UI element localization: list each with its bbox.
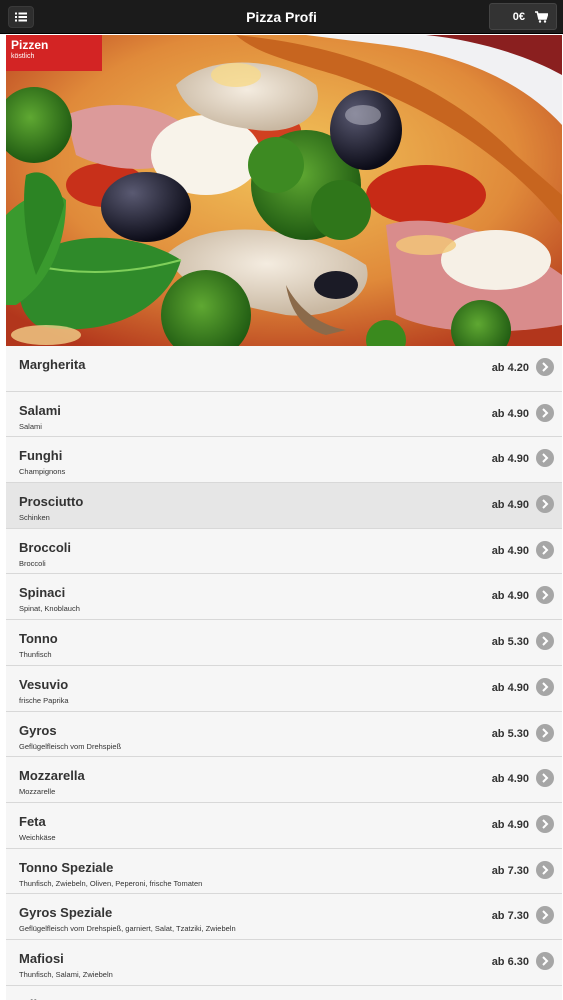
menu-item-name: Broccoli xyxy=(19,539,72,555)
chevron-right-icon[interactable] xyxy=(536,951,554,970)
hero-banner: Pizzen köstlich xyxy=(6,35,562,346)
menu-item-name: Gyros xyxy=(19,722,57,738)
menu-item-name: Spinaci xyxy=(19,585,66,601)
menu-item-row[interactable]: Vesuvio frische Paprika ab 4.90 xyxy=(6,665,562,712)
cart-total: 0€ xyxy=(512,10,525,23)
menu-item-row[interactable]: Tonno Speziale Thunfisch, Zwiebeln, Olive… xyxy=(6,848,562,895)
menu-item-price: ab 4.90 xyxy=(491,590,529,603)
chevron-right-icon[interactable] xyxy=(536,632,554,651)
menu-item-price: ab 4.20 xyxy=(491,362,529,374)
menu-item-name: Gyros Speziale xyxy=(19,905,113,921)
menu-item-name: Vesuvio xyxy=(19,676,69,692)
menu-button[interactable] xyxy=(8,6,34,28)
chevron-right-icon[interactable] xyxy=(536,358,554,376)
menu-item-row[interactable]: Gyros Speziale Geflügelfleisch vom Drehsp… xyxy=(6,894,562,940)
header-bar: Pizza Profi 0€ xyxy=(0,0,563,34)
menu-item-row[interactable]: Mafiosi Thunfisch, Salami, Zwiebeln ab 6.3… xyxy=(6,939,562,986)
cart-button[interactable]: 0€ xyxy=(489,3,557,30)
chevron-right-icon[interactable] xyxy=(536,586,554,605)
menu-item-name: Mozzarella xyxy=(19,768,85,784)
menu-item-description: Geflügelfleisch vom Drehspieß, garniert,… xyxy=(19,924,236,934)
chevron-right-icon[interactable] xyxy=(536,814,554,833)
chevron-right-icon[interactable] xyxy=(536,495,554,514)
menu-item-row[interactable]: Milano xyxy=(6,985,562,1000)
menu-item-description: Thunfisch, Salami, Zwiebeln xyxy=(19,969,113,979)
menu-item-price: ab 4.90 xyxy=(491,773,529,786)
menu-item-price: ab 4.90 xyxy=(491,499,529,512)
menu-item-name: Feta xyxy=(19,813,46,829)
menu-item-row[interactable]: Gyros Geflügelfleisch vom Drehspieß ab 5.3… xyxy=(6,711,562,758)
menu-item-name: Mafiosi xyxy=(19,950,64,966)
menu-item-name: Prosciutto xyxy=(19,494,84,510)
menu-item-row[interactable]: Tonno Thunfisch ab 5.30 xyxy=(6,620,562,666)
menu-item-description: Thunfisch, Zwiebeln, Oliven, Peperoni, f… xyxy=(19,878,203,888)
menu-item-name: Funghi xyxy=(19,448,63,464)
menu-item-description: frische Paprika xyxy=(19,695,69,705)
chevron-right-icon[interactable] xyxy=(536,906,554,925)
pizza-image xyxy=(6,35,562,346)
chevron-right-icon[interactable] xyxy=(536,540,554,559)
menu-item-price: ab 4.90 xyxy=(491,407,529,420)
menu-item-description: Thunfisch xyxy=(19,650,52,660)
menu-item-row[interactable]: Prosciutto Schinken ab 4.90 xyxy=(6,483,562,529)
category-title: Pizzen xyxy=(11,38,49,52)
menu-item-name: Salami xyxy=(19,402,61,418)
category-badge: Pizzen köstlich xyxy=(6,35,102,71)
category-subtitle: köstlich xyxy=(11,53,35,60)
menu-item-price: ab 6.30 xyxy=(491,955,529,968)
menu-item-name: Tonno Speziale xyxy=(19,859,114,875)
menu-item-description: Broccoli xyxy=(19,558,46,568)
chevron-right-icon[interactable] xyxy=(536,723,554,742)
menu-item-description: Mozzarelle xyxy=(19,787,56,797)
menu-item-price: ab 5.30 xyxy=(491,727,529,740)
menu-item-name: Margherita xyxy=(19,357,86,372)
shopping-cart-icon xyxy=(535,10,548,23)
app-title: Pizza Profi xyxy=(246,8,317,25)
menu-item-price: ab 7.30 xyxy=(491,864,529,877)
menu-item-price: ab 5.30 xyxy=(491,636,529,649)
menu-item-price: ab 4.90 xyxy=(491,681,529,694)
menu-item-row[interactable]: Salami Salami ab 4.90 xyxy=(6,391,562,438)
menu-item-description: Schinken xyxy=(19,513,50,523)
menu-item-row[interactable]: Funghi Champignons ab 4.90 xyxy=(6,437,562,484)
menu-item-row[interactable]: Margherita ab 4.20 xyxy=(6,346,562,392)
chevron-right-icon[interactable] xyxy=(536,677,554,696)
menu-item-description: Salami xyxy=(19,421,42,431)
menu-item-row[interactable]: Feta Weichkäse ab 4.90 xyxy=(6,802,562,849)
chevron-right-icon[interactable] xyxy=(536,769,554,788)
menu-item-description: Weichkäse xyxy=(19,832,56,842)
chevron-right-icon[interactable] xyxy=(536,860,554,879)
menu-item-row[interactable]: Mozzarella Mozzarelle ab 4.90 xyxy=(6,757,562,803)
menu-list: Margherita ab 4.20 Salami Salami ab 4.90 Fung… xyxy=(6,346,562,1000)
menu-item-description: Spinat, Knoblauch xyxy=(19,604,80,614)
menu-item-row[interactable]: Broccoli Broccoli ab 4.90 xyxy=(6,528,562,575)
list-icon xyxy=(15,12,27,22)
menu-item-description: Champignons xyxy=(19,467,66,477)
menu-item-price: ab 4.90 xyxy=(491,818,529,831)
menu-item-price: ab 7.30 xyxy=(491,910,529,923)
menu-item-description: Geflügelfleisch vom Drehspieß xyxy=(19,741,122,751)
menu-item-name: Tonno xyxy=(19,631,58,647)
menu-item-price: ab 4.90 xyxy=(491,544,529,557)
chevron-right-icon[interactable] xyxy=(536,449,554,468)
menu-item-price: ab 4.90 xyxy=(491,453,529,466)
menu-item-row[interactable]: Spinaci Spinat, Knoblauch ab 4.90 xyxy=(6,574,562,621)
menu-item-name: Milano xyxy=(19,997,60,1000)
chevron-right-icon[interactable] xyxy=(536,403,554,422)
